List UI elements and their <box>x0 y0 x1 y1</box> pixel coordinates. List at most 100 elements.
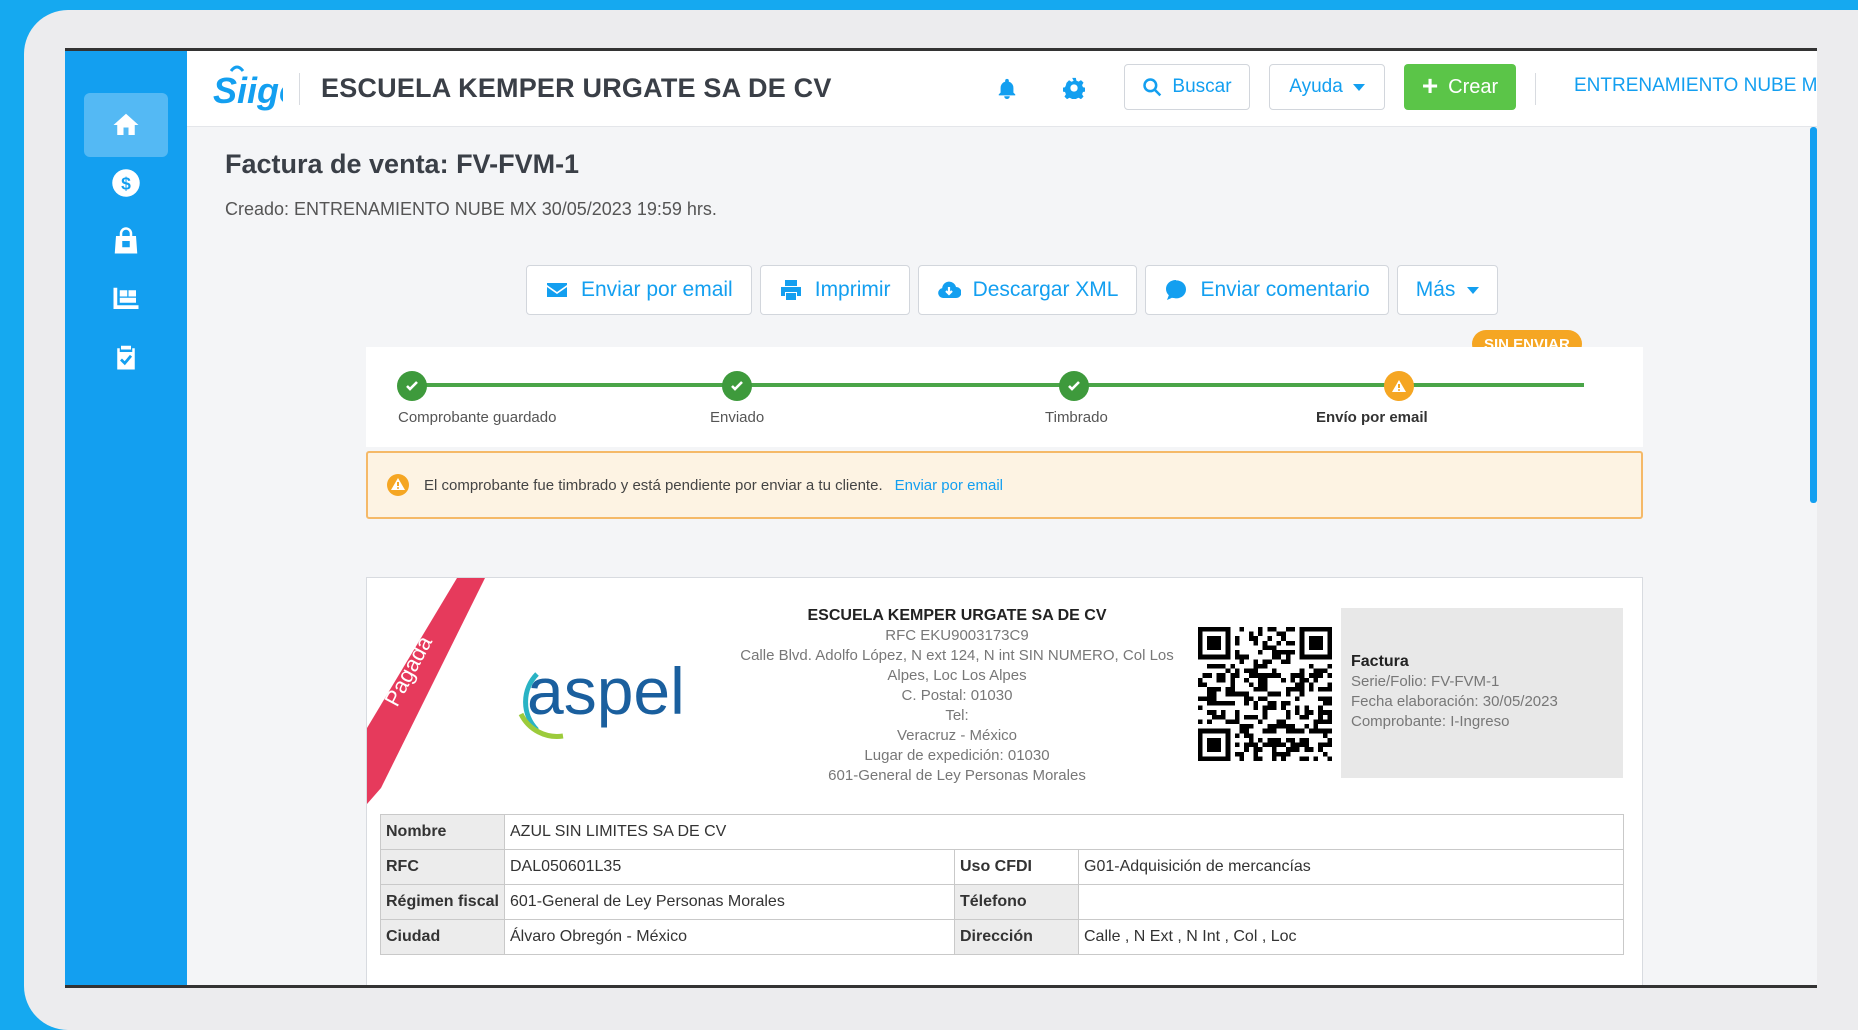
warning-icon <box>1392 380 1406 392</box>
create-button[interactable]: + Crear <box>1404 64 1516 110</box>
created-info: Creado: ENTRENAMIENTO NUBE MX 30/05/2023… <box>225 199 717 219</box>
client-name-label: Nombre <box>380 814 505 850</box>
dollar-icon: $ <box>112 169 140 197</box>
check-icon <box>1068 381 1080 391</box>
user-name: ENTRENAMIENTO NUBE MX <box>1574 75 1817 96</box>
warning-icon <box>387 474 409 496</box>
table-row: RFC DAL050601L35 Uso CFDI G01-Adquisició… <box>380 849 1624 885</box>
telefono-label: Télefono <box>954 884 1079 920</box>
comment-icon <box>1166 280 1187 300</box>
alert-message: El comprobante fue timbrado y está pendi… <box>424 476 883 494</box>
address: Calle , N Ext , N Int , Col , Loc <box>1078 919 1624 955</box>
page-title: Factura de venta: FV-FVM-1 <box>225 149 580 179</box>
qr-code <box>1198 627 1332 761</box>
sidebar-item-finance[interactable]: $ <box>84 151 168 215</box>
sidebar-item-reports[interactable] <box>84 325 168 389</box>
svg-text:aspel: aspel <box>527 654 685 728</box>
step-done-icon <box>397 371 427 401</box>
printer-icon <box>780 280 801 300</box>
plus-icon: + <box>1421 69 1439 101</box>
user-menu[interactable]: ENTRENAMIENTO NUBE MX <box>1574 75 1817 97</box>
issuer-tel: Tel: <box>945 707 969 724</box>
sidebar-item-inventory[interactable] <box>84 267 168 331</box>
help-label: Ayuda <box>1289 76 1343 97</box>
check-icon <box>406 381 418 391</box>
cloud-download-icon <box>937 281 961 298</box>
sidebar-item-sales[interactable] <box>84 209 168 273</box>
step-label: Envío por email <box>1316 409 1428 426</box>
envelope-icon <box>547 283 567 297</box>
siigo-logo[interactable]: Siigo <box>211 61 283 115</box>
paid-ribbon: Pagada <box>367 578 487 804</box>
download-xml-button[interactable]: Descargar XML <box>917 265 1138 315</box>
divider <box>1535 73 1536 105</box>
invoice-info-box: Factura Serie/Folio: FV-FVM-1 Fecha elab… <box>1341 608 1623 778</box>
issuer-address-1: Calle Blvd. Adolfo López, N ext 124, N i… <box>740 647 1174 664</box>
client-rfc: DAL050601L35 <box>504 849 955 885</box>
issuer-regime: 601-General de Ley Personas Morales <box>828 767 1086 784</box>
table-row: Régimen fiscal 601-General de Ley Person… <box>380 884 1624 920</box>
search-button[interactable]: Buscar <box>1124 64 1250 110</box>
download-xml-label: Descargar XML <box>972 278 1119 301</box>
step-label: Enviado <box>710 409 765 426</box>
create-label: Crear <box>1448 75 1499 98</box>
pending-alert: El comprobante fue timbrado y está pendi… <box>366 451 1643 519</box>
clipboard-icon <box>117 345 135 370</box>
inventory-icon <box>113 287 139 309</box>
address-label: Dirección <box>954 919 1079 955</box>
issuer-address-2: Alpes, Loc Los Alpes <box>887 667 1027 684</box>
gear-icon[interactable] <box>1063 77 1085 99</box>
main-content: Factura de venta: FV-FVM-1 Creado: ENTRE… <box>187 127 1817 985</box>
svg-text:$: $ <box>121 173 131 193</box>
send-email-button[interactable]: Enviar por email <box>526 265 752 315</box>
print-button[interactable]: Imprimir <box>759 265 910 315</box>
client-name: AZUL SIN LIMITES SA DE CV <box>504 814 1624 850</box>
issuer-expedition: Lugar de expedición: 01030 <box>864 747 1050 764</box>
alert-send-email-link[interactable]: Enviar por email <box>895 477 1003 494</box>
issuer-postal: C. Postal: 01030 <box>901 687 1013 704</box>
send-email-label: Enviar por email <box>581 278 733 301</box>
client-rfc-label: RFC <box>380 849 505 885</box>
more-label: Más <box>1415 278 1456 301</box>
sidebar: $ <box>65 51 187 985</box>
invoice-type: Comprobante: I-Ingreso <box>1351 713 1510 730</box>
more-dropdown[interactable]: Más <box>1396 265 1499 315</box>
search-label: Buscar <box>1172 76 1232 97</box>
step-done-icon <box>722 371 752 401</box>
issuer-rfc: RFC EKU9003173C9 <box>885 627 1029 644</box>
print-label: Imprimir <box>814 278 891 301</box>
step-pending-icon <box>1384 371 1414 401</box>
uso-cfdi: G01-Adquisición de mercancías <box>1078 849 1624 885</box>
search-icon <box>1143 78 1162 97</box>
uso-cfdi-label: Uso CFDI <box>954 849 1079 885</box>
help-dropdown[interactable]: Ayuda <box>1269 64 1385 110</box>
aspel-logo: aspel <box>518 654 685 739</box>
step-done-icon <box>1059 371 1089 401</box>
telefono <box>1078 884 1624 920</box>
chevron-down-icon <box>1352 83 1365 91</box>
regimen-label: Régimen fiscal <box>380 884 505 920</box>
issuer-location: Veracruz - México <box>896 727 1018 744</box>
invoice-preview: Pagada aspel ESCUELA KEMPER URGATE SA DE… <box>366 577 1643 985</box>
regimen: 601-General de Ley Personas Morales <box>504 884 955 920</box>
shopping-bag-icon <box>114 227 138 254</box>
step-label: Comprobante guardado <box>398 409 557 426</box>
chevron-down-icon <box>1467 286 1480 294</box>
home-icon <box>113 113 139 135</box>
table-row: Ciudad Álvaro Obregón - México Dirección… <box>380 919 1624 955</box>
send-comment-button[interactable]: Enviar comentario <box>1145 265 1389 315</box>
scrollbar[interactable] <box>1810 127 1817 503</box>
top-bar: Siigo ESCUELA KEMPER URGATE SA DE CV Bus… <box>187 51 1817 127</box>
company-name: ESCUELA KEMPER URGATE SA DE CV <box>321 73 832 103</box>
city-label: Ciudad <box>380 919 505 955</box>
sidebar-item-home[interactable] <box>84 93 168 157</box>
svg-text:Siigo: Siigo <box>213 70 283 111</box>
invoice-serie: Serie/Folio: FV-FVM-1 <box>1351 673 1500 690</box>
table-row: Nombre AZUL SIN LIMITES SA DE CV <box>380 814 1624 850</box>
check-icon <box>731 381 743 391</box>
invoice-title: Factura <box>1351 653 1409 670</box>
city: Álvaro Obregón - México <box>504 919 955 955</box>
bell-icon[interactable] <box>996 77 1018 99</box>
status-progress: Comprobante guardado Enviado Timbrado En… <box>366 347 1643 447</box>
issuer-name: ESCUELA KEMPER URGATE SA DE CV <box>807 607 1107 624</box>
